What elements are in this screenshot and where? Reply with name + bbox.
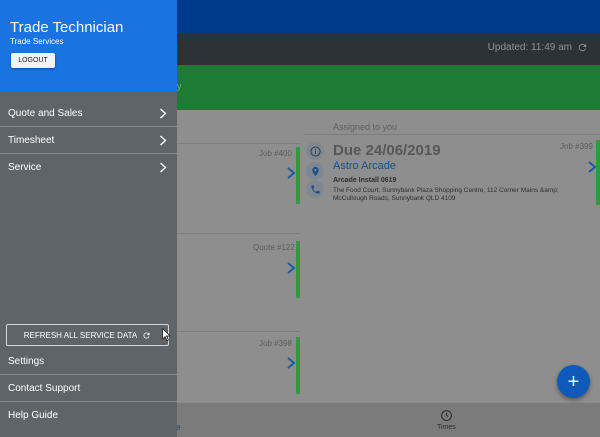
refresh-icon — [578, 43, 587, 52]
menu-item-label: Timesheet — [8, 135, 55, 146]
card-number: Job #398 — [259, 339, 292, 348]
phone-icon — [306, 180, 324, 198]
menu-item-help-guide[interactable]: Help Guide — [0, 402, 177, 429]
mouse-cursor-icon — [162, 328, 171, 341]
company-name: Trade Services — [10, 37, 64, 46]
menu-item-timesheet[interactable]: Timesheet — [0, 127, 177, 154]
chevron-right-icon — [160, 135, 167, 146]
divider — [177, 233, 300, 234]
menu-item-quote-and-sales[interactable]: Quote and Sales — [0, 100, 177, 127]
card-number: Job #399 — [560, 142, 593, 151]
refresh-button-label: REFRESH ALL SERVICE DATA — [23, 330, 138, 340]
menu-item-label: Help Guide — [8, 410, 59, 421]
user-role-title: Trade Technician — [10, 19, 124, 36]
site-name: Astro Arcade — [333, 160, 396, 172]
tab-times-label: Times — [437, 424, 456, 431]
divider — [177, 331, 300, 332]
clock-icon — [440, 410, 452, 421]
info-icon — [306, 142, 324, 160]
menu-item-label: Contact Support — [8, 383, 81, 394]
navigation-drawer: Trade Technician Trade Services LOGOUT Q… — [0, 0, 177, 437]
updated-text: Updated: 11:49 am — [487, 42, 572, 53]
chevron-right-icon — [287, 262, 296, 274]
tab-times[interactable]: Times — [437, 409, 456, 431]
menu-item-contact-support[interactable]: Contact Support — [0, 375, 177, 402]
status-strip — [596, 140, 600, 205]
location-pin-icon — [306, 162, 324, 180]
refresh-all-service-data-button[interactable]: REFRESH ALL SERVICE DATA — [6, 324, 169, 346]
due-date: Due 24/06/2019 — [333, 142, 441, 159]
card-number: Quote #122 — [253, 243, 295, 252]
add-button[interactable]: + — [557, 365, 590, 398]
chevron-right-icon — [160, 162, 167, 173]
divider — [304, 134, 600, 135]
divider — [177, 143, 300, 144]
plus-icon: + — [567, 370, 580, 393]
card-number: Job #400 — [259, 149, 292, 158]
assigned-header: Assigned to you — [333, 122, 398, 132]
status-strip — [296, 337, 300, 394]
status-strip — [296, 147, 300, 204]
logout-button[interactable]: LOGOUT — [11, 53, 55, 68]
job-title: Arcade Install 0619 — [333, 177, 397, 184]
green-banner-text: y — [177, 81, 182, 91]
menu-item-settings[interactable]: Settings — [0, 348, 177, 375]
chevron-right-icon — [160, 108, 167, 119]
menu-item-label: Settings — [8, 356, 45, 367]
menu-item-label: Quote and Sales — [8, 108, 83, 119]
chevron-right-icon — [287, 167, 296, 179]
status-strip — [296, 241, 300, 298]
chevron-right-icon — [287, 357, 296, 369]
refresh-icon — [143, 332, 150, 338]
drawer-header: Trade Technician Trade Services LOGOUT — [0, 0, 177, 91]
updated-status[interactable]: Updated: 11:49 am — [488, 42, 588, 53]
menu-item-service[interactable]: Service — [0, 154, 177, 181]
menu-item-label: Service — [8, 162, 42, 173]
site-address: The Food Court, Sunnybank Plaza Shopping… — [333, 187, 559, 202]
